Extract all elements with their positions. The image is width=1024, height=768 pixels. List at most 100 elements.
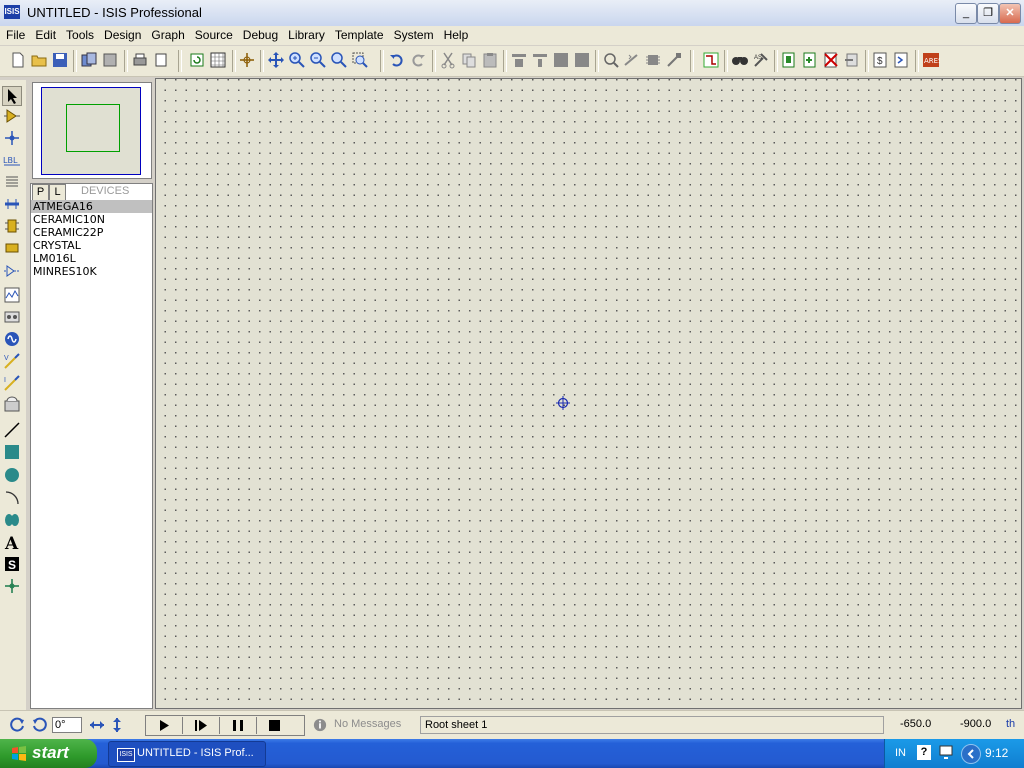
property-assign-icon[interactable]: AS xyxy=(752,51,770,69)
junction-dot-icon[interactable] xyxy=(3,129,21,147)
pause-button[interactable] xyxy=(220,717,257,734)
menu-debug[interactable]: Debug xyxy=(238,26,283,45)
print-icon[interactable] xyxy=(131,51,149,69)
bus-icon[interactable] xyxy=(3,195,21,213)
block-copy-icon[interactable] xyxy=(510,51,528,69)
box-draw-icon[interactable] xyxy=(3,443,21,461)
device-list-item[interactable]: CERAMIC10N xyxy=(31,213,152,226)
play-button[interactable] xyxy=(146,717,183,734)
stop-button[interactable] xyxy=(257,717,303,734)
open-folder-icon[interactable] xyxy=(30,51,48,69)
device-pins-icon[interactable] xyxy=(3,262,21,280)
device-list-item[interactable]: CERAMIC22P xyxy=(31,226,152,239)
pick-devices-button[interactable]: P xyxy=(32,184,49,201)
export-icon[interactable] xyxy=(101,51,119,69)
menu-system[interactable]: System xyxy=(389,26,439,45)
rotate-anticlockwise-icon[interactable] xyxy=(31,717,47,733)
pick-device-icon[interactable] xyxy=(602,51,620,69)
mirror-horizontal-icon[interactable] xyxy=(89,717,105,733)
block-delete-icon[interactable] xyxy=(573,51,591,69)
terminals-mode-icon[interactable] xyxy=(3,239,21,257)
redo-icon[interactable] xyxy=(409,51,427,69)
marker-mode-icon[interactable] xyxy=(3,577,21,595)
menu-graph[interactable]: Graph xyxy=(146,26,189,45)
menu-tools[interactable]: Tools xyxy=(61,26,99,45)
restore-button[interactable]: ❐ xyxy=(977,3,999,24)
library-manager-button[interactable]: L xyxy=(49,184,66,201)
circle-draw-icon[interactable] xyxy=(3,466,21,484)
closed-path-icon[interactable] xyxy=(3,511,21,529)
block-rotate-icon[interactable] xyxy=(552,51,570,69)
zoom-all-icon[interactable] xyxy=(330,51,348,69)
app-icon[interactable]: ISIS xyxy=(4,5,20,19)
print-area-icon[interactable] xyxy=(152,51,170,69)
cut-icon[interactable] xyxy=(439,51,457,69)
overview-window[interactable] xyxy=(32,82,152,179)
save-icon[interactable] xyxy=(51,51,69,69)
voltage-probe-icon[interactable]: V xyxy=(3,352,21,370)
selection-mode-icon[interactable] xyxy=(2,86,22,106)
rotation-angle-field[interactable]: 0° xyxy=(52,717,82,733)
generator-mode-icon[interactable] xyxy=(3,330,21,348)
make-device-icon[interactable] xyxy=(623,51,641,69)
symbol-mode-icon[interactable]: S xyxy=(3,555,21,573)
zoom-area-icon[interactable] xyxy=(351,51,369,69)
show-hidden-icons-icon[interactable] xyxy=(961,744,981,764)
menu-source[interactable]: Source xyxy=(190,26,238,45)
decompose-icon[interactable] xyxy=(665,51,683,69)
paste-icon[interactable] xyxy=(481,51,499,69)
electrical-rule-check-icon[interactable] xyxy=(892,51,910,69)
step-button[interactable] xyxy=(183,717,220,734)
graph-mode-icon[interactable] xyxy=(3,286,21,304)
remove-sheet-icon[interactable] xyxy=(822,51,840,69)
block-move-icon[interactable] xyxy=(531,51,549,69)
packaging-tool-icon[interactable] xyxy=(644,51,662,69)
menu-library[interactable]: Library xyxy=(283,26,330,45)
mirror-vertical-icon[interactable] xyxy=(109,717,125,733)
import-icon[interactable] xyxy=(80,51,98,69)
device-list-item[interactable]: LM016L xyxy=(31,252,152,265)
menu-edit[interactable]: Edit xyxy=(30,26,61,45)
zoom-out-icon[interactable] xyxy=(309,51,327,69)
new-sheet-icon[interactable] xyxy=(780,51,798,69)
device-list-item[interactable]: ATMEGA16 xyxy=(31,200,152,213)
pan-icon[interactable] xyxy=(267,51,285,69)
undo-icon[interactable] xyxy=(388,51,406,69)
wire-label-icon[interactable]: LBL xyxy=(3,151,21,169)
text-draw-icon[interactable]: A xyxy=(3,533,21,551)
bill-of-materials-icon[interactable]: $ xyxy=(871,51,889,69)
language-indicator[interactable]: IN xyxy=(895,747,906,759)
taskbar-window-button[interactable]: ISIS UNTITLED - ISIS Prof... xyxy=(108,741,266,767)
menu-template[interactable]: Template xyxy=(330,26,389,45)
add-sheet-icon[interactable] xyxy=(801,51,819,69)
exit-to-parent-icon[interactable] xyxy=(843,51,861,69)
search-tag-icon[interactable] xyxy=(731,51,749,69)
subcircuit-icon[interactable] xyxy=(3,217,21,235)
arc-draw-icon[interactable] xyxy=(3,489,21,507)
netlist-to-ares-icon[interactable]: ARES xyxy=(922,51,940,69)
start-button[interactable]: start xyxy=(0,739,97,768)
rotate-clockwise-icon[interactable] xyxy=(10,717,26,733)
redraw-icon[interactable] xyxy=(188,51,206,69)
wire-autorouter-icon[interactable] xyxy=(702,51,720,69)
menu-file[interactable]: File xyxy=(0,26,30,45)
copy-icon[interactable] xyxy=(460,51,478,69)
device-list-item[interactable]: MINRES10K xyxy=(31,265,152,278)
origin-icon[interactable] xyxy=(238,51,256,69)
current-probe-icon[interactable]: I xyxy=(3,374,21,392)
component-mode-icon[interactable] xyxy=(3,107,21,125)
new-file-icon[interactable] xyxy=(9,51,27,69)
text-script-icon[interactable] xyxy=(3,173,21,191)
menu-design[interactable]: Design xyxy=(99,26,146,45)
close-button[interactable]: ✕ xyxy=(999,3,1021,24)
schematic-canvas[interactable] xyxy=(155,78,1022,709)
monitor-tray-icon[interactable] xyxy=(939,745,953,760)
coordinate-unit[interactable]: th xyxy=(1006,718,1015,730)
line-draw-icon[interactable] xyxy=(3,421,21,439)
tape-recorder-icon[interactable] xyxy=(3,308,21,326)
device-list-item[interactable]: CRYSTAL xyxy=(31,239,152,252)
menu-help[interactable]: Help xyxy=(439,26,474,45)
zoom-in-icon[interactable] xyxy=(288,51,306,69)
virtual-instruments-icon[interactable] xyxy=(3,396,21,414)
clock[interactable]: 9:12 xyxy=(985,746,1008,760)
